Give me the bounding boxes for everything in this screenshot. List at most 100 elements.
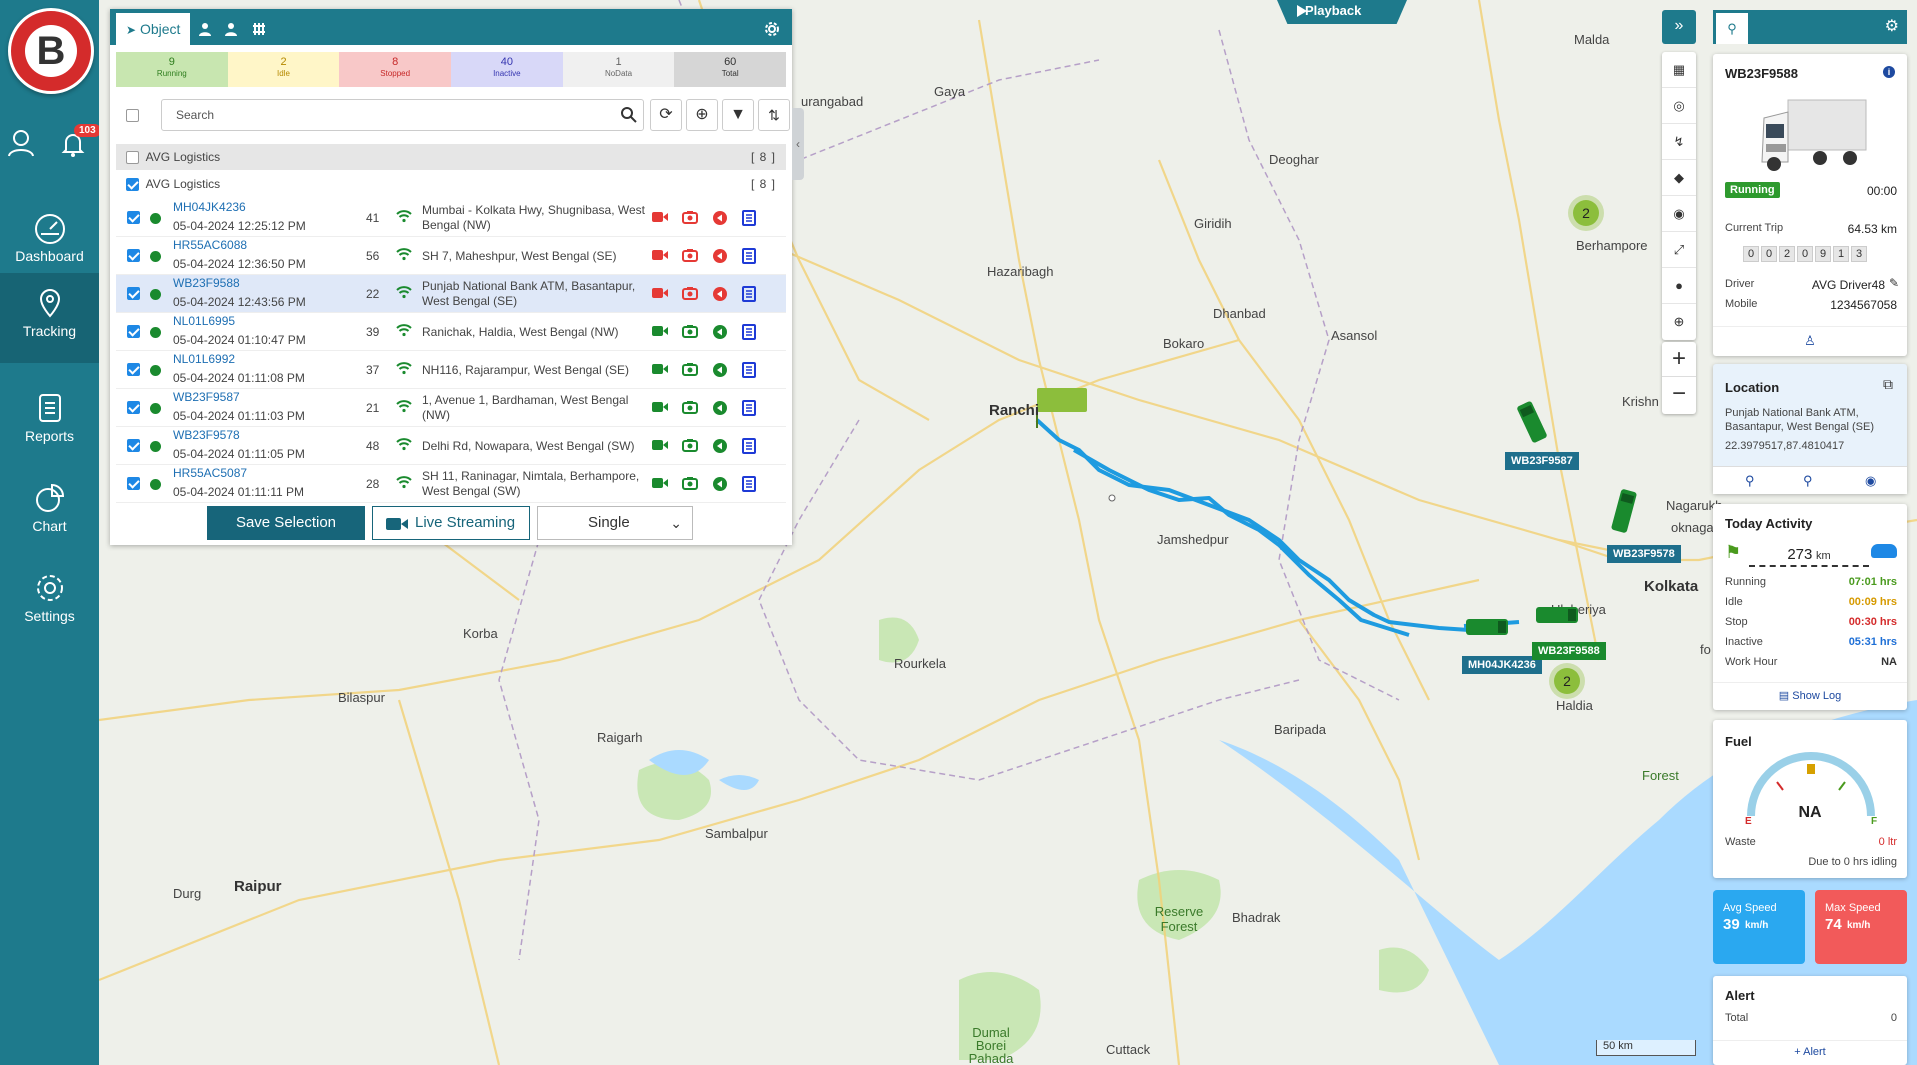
locate-button[interactable]: ⊕ — [1662, 304, 1696, 340]
group-header[interactable]: AVG Logistics [ 8 ] — [116, 171, 786, 197]
nav-tracking[interactable]: Tracking — [0, 273, 99, 363]
add-object-button[interactable]: ⊕ — [686, 99, 718, 131]
add-poi-icon[interactable]: ⚲ — [1803, 473, 1813, 489]
copy-icon[interactable]: ⧉ — [1883, 376, 1893, 393]
stat-idle[interactable]: 2 Idle — [227, 52, 340, 87]
vehicle-name[interactable]: NL01L6995 — [173, 314, 235, 328]
table-row[interactable]: MH04JK4236 05-04-2024 12:25:12 PM 41 Mumbai… — [116, 199, 786, 237]
collapse-right-button[interactable]: » — [1662, 10, 1696, 44]
document-icon[interactable] — [742, 248, 760, 264]
row-checkbox[interactable] — [127, 477, 140, 490]
document-icon[interactable] — [742, 210, 760, 226]
row-checkbox[interactable] — [127, 249, 140, 262]
video-icon[interactable] — [651, 438, 669, 454]
truck-marker-icon[interactable] — [1464, 616, 1512, 638]
table-row[interactable]: WB23F9588 05-04-2024 12:43:56 PM 22 Punjab … — [116, 275, 786, 313]
map-cluster[interactable]: 2 — [1568, 195, 1604, 231]
group-header[interactable]: AVG Logistics [ 8 ] — [116, 144, 786, 170]
details-tab-location[interactable]: ⚲ — [1716, 13, 1748, 44]
details-settings-button[interactable]: ⚙ — [1885, 16, 1899, 36]
traffic-button[interactable]: ◎ — [1662, 88, 1696, 124]
truck-marker-icon[interactable] — [1514, 400, 1554, 446]
edit-icon[interactable]: ✎ — [1889, 276, 1899, 290]
poi-button[interactable]: ● — [1662, 268, 1696, 304]
search-input[interactable]: Search — [161, 99, 644, 131]
panel-settings-button[interactable] — [764, 13, 780, 45]
video-icon[interactable] — [651, 286, 669, 302]
row-checkbox[interactable] — [127, 363, 140, 376]
vehicle-name[interactable]: NL01L6992 — [173, 352, 235, 366]
row-checkbox[interactable] — [127, 401, 140, 414]
playback-button[interactable]: Playback — [1277, 0, 1407, 24]
app-logo[interactable]: B — [8, 8, 94, 94]
table-row[interactable]: HR55AC5087 05-04-2024 01:11:11 PM 28 SH 11,… — [116, 465, 786, 503]
stat-inactive[interactable]: 40 Inactive — [451, 52, 563, 87]
vehicle-label[interactable]: WB23F9578 — [1607, 545, 1681, 563]
playback-icon[interactable] — [712, 286, 730, 302]
group-checkbox[interactable] — [126, 178, 139, 192]
stat-nodata[interactable]: 1 NoData — [562, 52, 675, 87]
document-icon[interactable] — [742, 324, 760, 340]
map-layers-button[interactable]: ▦ — [1662, 52, 1696, 88]
map-cluster[interactable]: 2 — [1549, 663, 1585, 699]
document-icon[interactable] — [742, 438, 760, 454]
fullscreen-button[interactable]: ⤢ — [1662, 232, 1696, 268]
group-checkbox[interactable] — [126, 151, 139, 165]
vehicle-name[interactable]: MH04JK4236 — [173, 200, 246, 214]
playback-icon[interactable] — [712, 438, 730, 454]
video-icon[interactable] — [651, 210, 669, 226]
vehicle-label[interactable]: MH04JK4236 — [1462, 656, 1542, 674]
vehicle-name[interactable]: HR55AC6088 — [173, 238, 247, 252]
info-icon[interactable]: i — [1883, 66, 1895, 78]
nearby-icon[interactable]: ⚲ — [1745, 473, 1755, 489]
row-checkbox[interactable] — [127, 211, 140, 224]
table-row[interactable]: NL01L6992 05-04-2024 01:11:08 PM 37 NH116, … — [116, 351, 786, 389]
row-checkbox[interactable] — [127, 287, 140, 300]
vehicle-label[interactable]: WB23F9588 — [1532, 642, 1606, 660]
video-icon[interactable] — [651, 400, 669, 416]
camera-icon[interactable] — [682, 400, 700, 416]
globe-icon[interactable]: ◉ — [1865, 473, 1876, 489]
playback-icon[interactable] — [712, 210, 730, 226]
nav-reports[interactable]: Reports — [0, 378, 99, 466]
row-checkbox[interactable] — [127, 439, 140, 452]
camera-icon[interactable] — [682, 324, 700, 340]
table-row[interactable]: HR55AC6088 05-04-2024 12:36:50 PM 56 SH 7, … — [116, 237, 786, 275]
vehicle-name[interactable]: WB23F9578 — [173, 428, 240, 442]
document-icon[interactable] — [742, 400, 760, 416]
driver-profile-button[interactable]: ♙ — [1713, 326, 1907, 354]
refresh-button[interactable]: ⟳ — [650, 99, 682, 131]
table-row[interactable]: WB23F9578 05-04-2024 01:11:05 PM 48 Delhi R… — [116, 427, 786, 465]
user-icon[interactable] — [6, 128, 36, 161]
panel-collapse-handle[interactable]: ‹ — [792, 108, 804, 180]
document-icon[interactable] — [742, 362, 760, 378]
video-icon[interactable] — [651, 248, 669, 264]
vehicle-name[interactable]: WB23F9588 — [173, 276, 240, 290]
playback-icon[interactable] — [712, 476, 730, 492]
tab-group[interactable] — [224, 13, 238, 45]
stat-running[interactable]: 9 Running — [116, 52, 228, 87]
document-icon[interactable] — [742, 286, 760, 302]
live-streaming-button[interactable]: Live Streaming — [372, 506, 530, 540]
tag-button[interactable]: ◆ — [1662, 160, 1696, 196]
nav-chart[interactable]: Chart — [0, 468, 99, 556]
tab-driver[interactable] — [198, 13, 212, 45]
table-row[interactable]: NL01L6995 05-04-2024 01:10:47 PM 39 Ranicha… — [116, 313, 786, 351]
camera-icon[interactable] — [682, 286, 700, 302]
camera-icon[interactable] — [682, 210, 700, 226]
geofence-button[interactable]: ◉ — [1662, 196, 1696, 232]
zoom-in-button[interactable]: + — [1662, 342, 1696, 377]
truck-marker-icon[interactable] — [1534, 604, 1582, 626]
tab-object[interactable]: ➤ Object — [116, 13, 191, 45]
playback-icon[interactable] — [712, 400, 730, 416]
filter-button[interactable]: ▼ — [722, 99, 754, 131]
playback-icon[interactable] — [712, 362, 730, 378]
nav-settings[interactable]: Settings — [0, 558, 99, 646]
route-button[interactable]: ↯ — [1662, 124, 1696, 160]
document-icon[interactable] — [742, 476, 760, 492]
camera-icon[interactable] — [682, 362, 700, 378]
camera-icon[interactable] — [682, 476, 700, 492]
tab-grid[interactable] — [252, 13, 266, 45]
mode-select[interactable]: Single ⌄ — [537, 506, 693, 540]
stat-total[interactable]: 60 Total — [674, 52, 787, 87]
